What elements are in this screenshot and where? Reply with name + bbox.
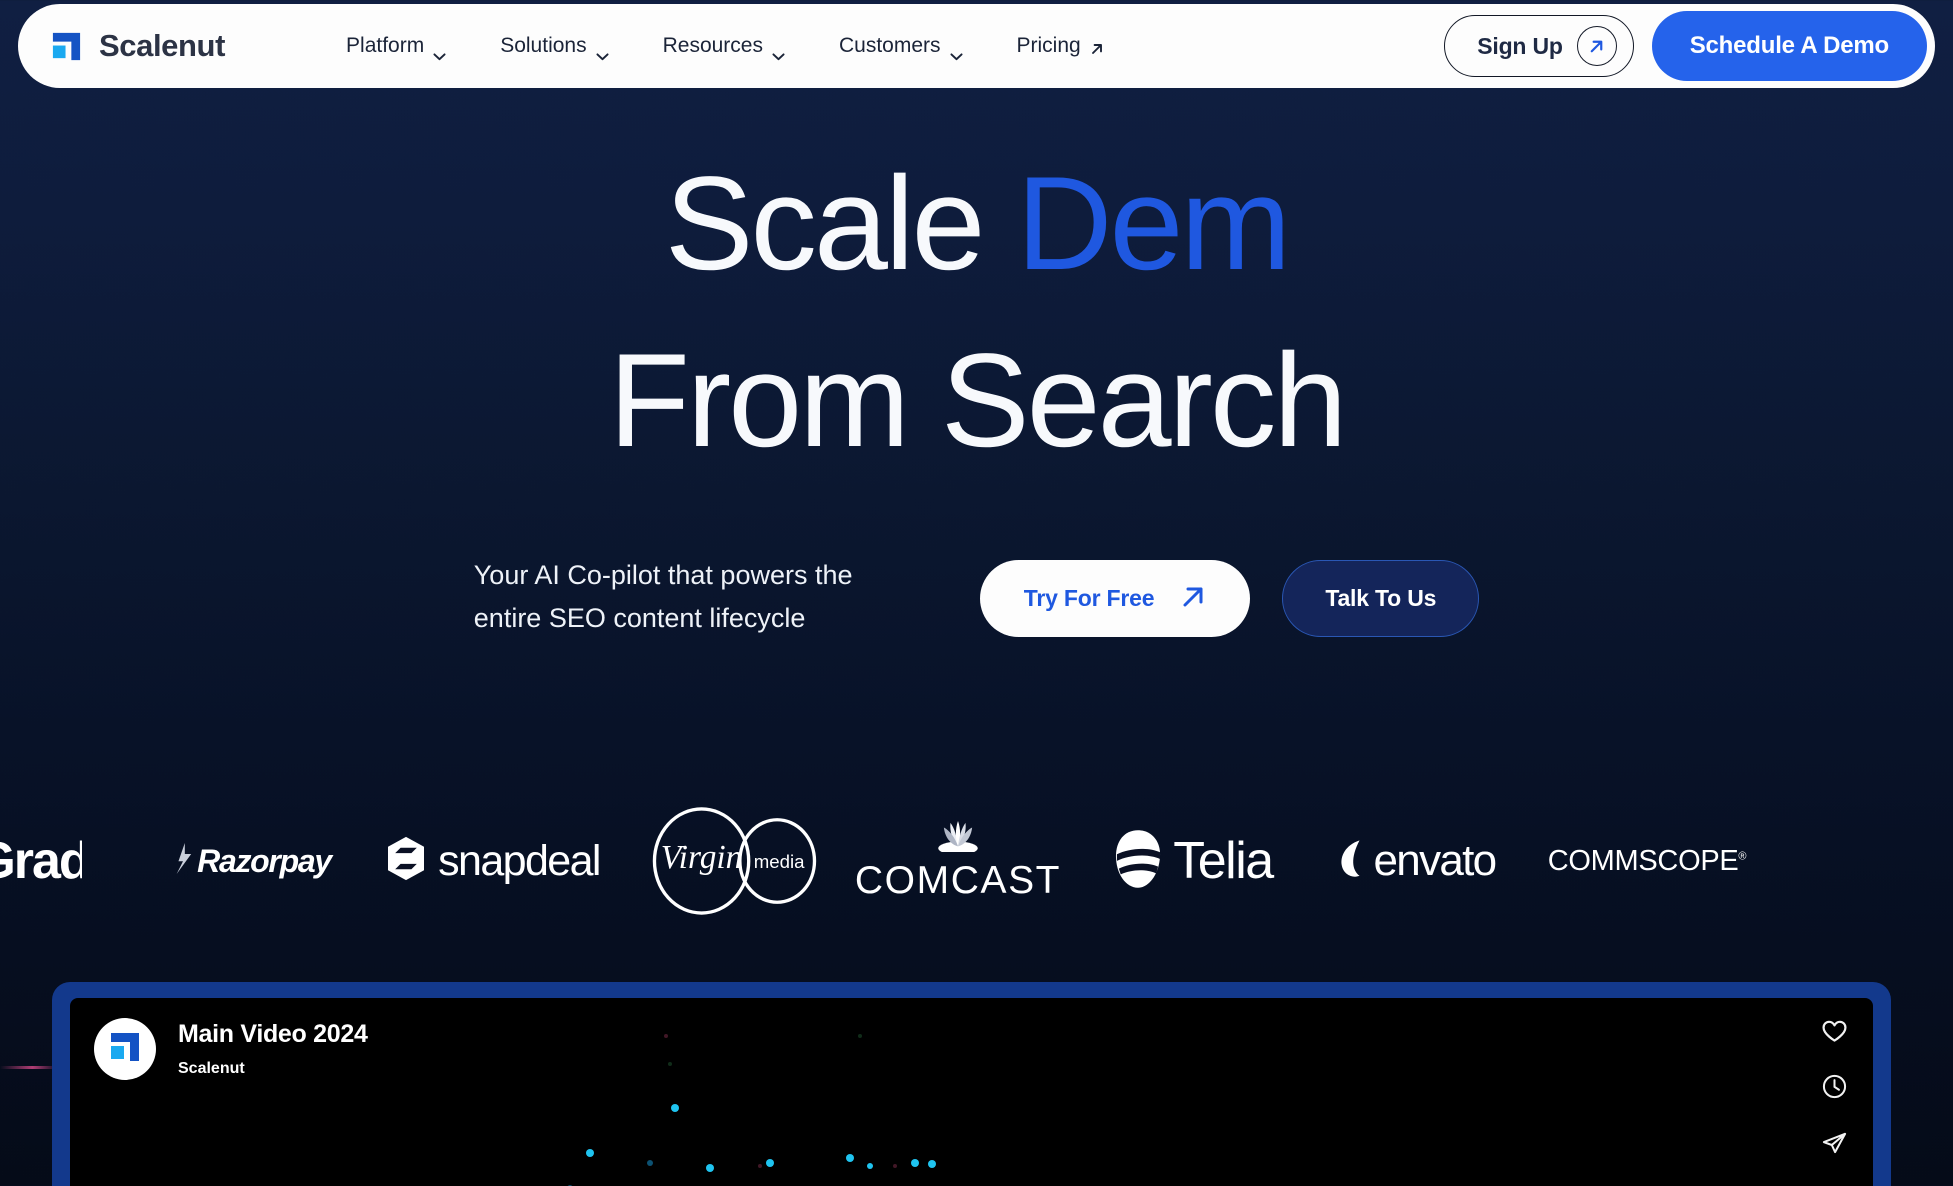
hero-content-row: Your AI Co-pilot that powers the entire …: [0, 550, 1953, 639]
brand-name: Scalenut: [99, 28, 226, 63]
telia-mark-icon: [1115, 829, 1161, 894]
scalenut-logo-icon: [108, 1030, 142, 1069]
nbc-peacock-icon: [934, 820, 982, 857]
headline-accent-text: Dem: [1016, 150, 1291, 298]
schedule-demo-button[interactable]: Schedule A Demo: [1651, 11, 1927, 81]
envato-wordmark: envato: [1373, 836, 1498, 885]
client-logo-strip: Grad Razorpay snapdeal Virgin media: [0, 806, 1953, 916]
arrow-up-right-icon: [1090, 38, 1104, 54]
top-navigation-bar: Scalenut Platform Solutions Resources Cu…: [18, 4, 1935, 88]
video-player[interactable]: Main Video 2024 Scalenut: [70, 998, 1873, 1186]
video-action-buttons: [1822, 1020, 1847, 1160]
brand-logo-link[interactable]: Scalenut: [50, 28, 225, 64]
nav-item-platform[interactable]: Platform: [319, 34, 473, 61]
nav-item-label: Pricing: [1016, 34, 1081, 57]
nav-item-label: Platform: [346, 34, 425, 57]
comcast-logo: COMCAST: [854, 820, 1062, 903]
try-for-free-label: Try For Free: [1023, 584, 1155, 611]
video-title: Main Video 2024: [178, 1020, 368, 1048]
video-header: Main Video 2024 Scalenut: [94, 1018, 368, 1080]
virgin-media-logo: Virgin media: [638, 807, 828, 915]
svg-text:Virgin: Virgin: [661, 839, 743, 876]
video-player-frame: Main Video 2024 Scalenut: [52, 982, 1891, 1186]
like-heart-icon[interactable]: [1822, 1020, 1847, 1048]
headline-static-text: Scale: [664, 150, 1017, 298]
page-title-line-2: From Search: [608, 326, 1348, 475]
watch-later-clock-icon[interactable]: [1822, 1074, 1847, 1104]
talk-to-us-button[interactable]: Talk To Us: [1282, 559, 1480, 637]
envato-logo: envato: [1322, 836, 1512, 886]
nav-item-label: Resources: [662, 34, 763, 57]
hero-section: Scale Dem From Search Your AI Co-pilot t…: [0, 150, 1953, 639]
telia-wordmark: Telia: [1173, 832, 1274, 890]
scalenut-logo-icon: [50, 30, 83, 63]
nav-item-label: Solutions: [500, 34, 587, 57]
snapdeal-logo: snapdeal: [378, 836, 608, 886]
nav-item-resources[interactable]: Resources: [636, 34, 812, 61]
razorpay-logo: Razorpay: [152, 843, 352, 880]
commscope-logo: COMMSCOPE®: [1542, 845, 1752, 878]
try-for-free-button[interactable]: Try For Free: [979, 559, 1251, 637]
chevron-down-icon: [949, 43, 963, 61]
avatar[interactable]: [94, 1018, 156, 1080]
chevron-down-icon: [596, 43, 609, 61]
upgrad-logo: Grad: [0, 832, 82, 890]
arrow-up-right-icon: [1576, 26, 1617, 66]
envato-leaf-icon: [1339, 839, 1367, 884]
nav-item-customers[interactable]: Customers: [812, 34, 990, 61]
razorpay-mark-icon: [173, 843, 193, 879]
svg-text:media: media: [754, 851, 805, 872]
chevron-down-icon: [772, 43, 785, 61]
sign-up-label: Sign Up: [1477, 32, 1563, 59]
snapdeal-box-icon: [386, 836, 426, 886]
decorative-pink-streak: [0, 1066, 54, 1069]
chevron-down-icon: [433, 43, 446, 61]
nav-item-pricing[interactable]: Pricing: [990, 34, 1131, 58]
arrow-up-right-icon: [1180, 584, 1206, 613]
hero-cta-group: Try For Free Talk To Us: [979, 550, 1480, 637]
hero-subtitle: Your AI Co-pilot that powers the entire …: [473, 559, 853, 633]
nav-item-solutions[interactable]: Solutions: [473, 34, 635, 61]
page-title: Scale Dem: [0, 150, 1953, 299]
comcast-wordmark: COMCAST: [854, 858, 1062, 902]
nav-item-label: Customers: [838, 34, 941, 57]
commscope-wordmark: COMMSCOPE®: [1547, 844, 1747, 877]
nav-links: Platform Solutions Resources Customers P: [319, 34, 1131, 61]
telia-logo: Telia: [1094, 829, 1294, 894]
video-author: Scalenut: [178, 1060, 245, 1077]
razorpay-wordmark: Razorpay: [197, 842, 332, 879]
registered-mark: ®: [1738, 849, 1747, 862]
snapdeal-wordmark: snapdeal: [438, 836, 601, 885]
sign-up-button[interactable]: Sign Up: [1444, 15, 1634, 77]
nav-actions: Sign Up Schedule A Demo: [1444, 11, 1927, 81]
share-paper-plane-icon[interactable]: [1822, 1130, 1847, 1160]
video-meta: Main Video 2024 Scalenut: [178, 1020, 368, 1078]
